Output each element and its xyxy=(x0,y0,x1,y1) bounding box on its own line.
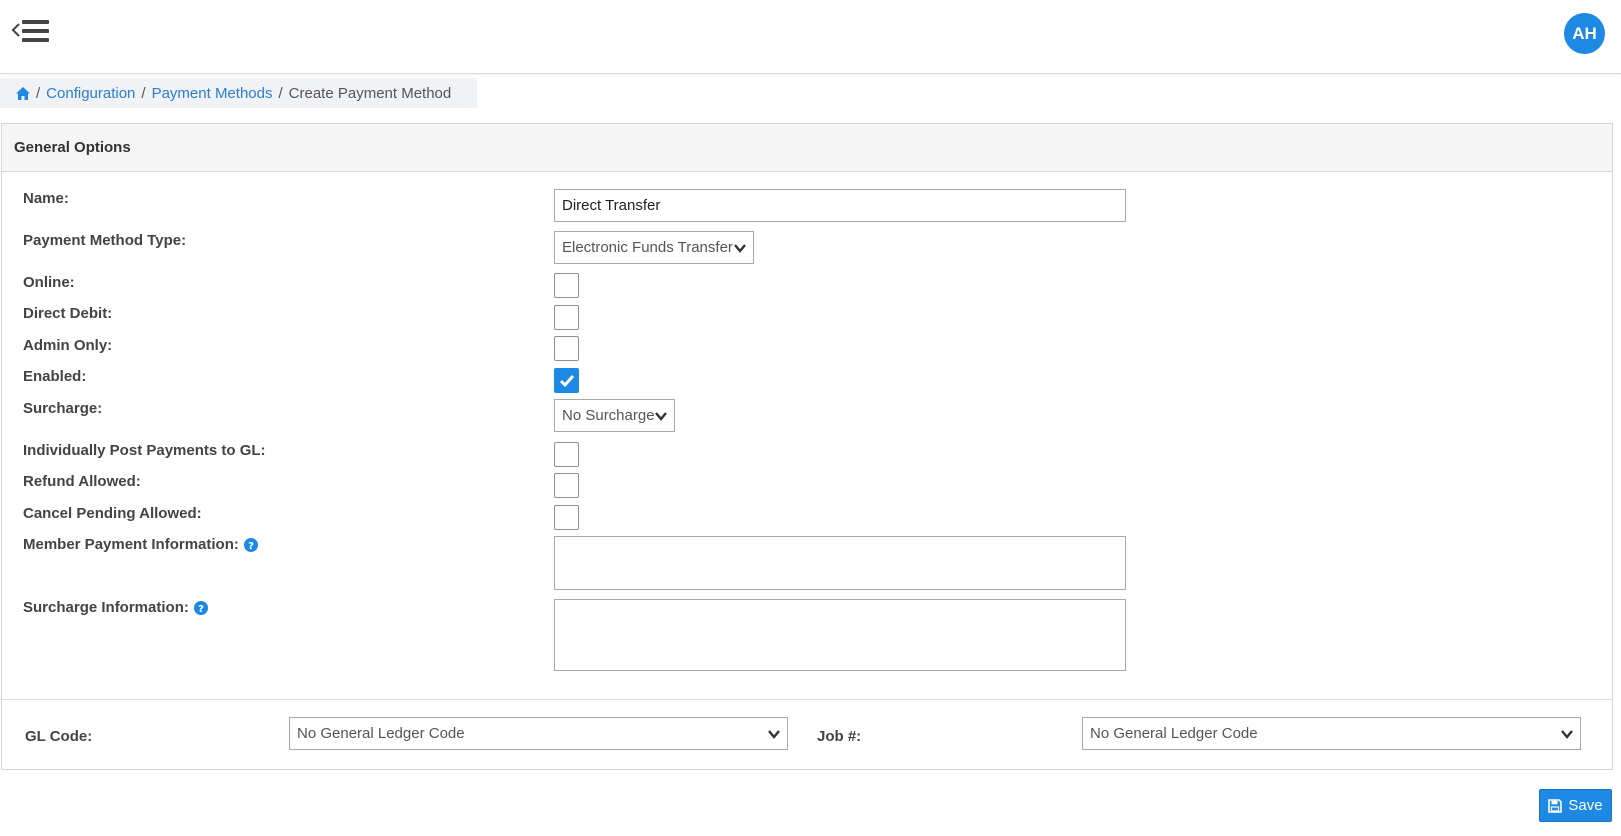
online-label: Online: xyxy=(23,274,75,291)
panel-title: General Options xyxy=(2,124,1612,172)
admin-only-checkbox[interactable] xyxy=(554,336,579,361)
home-icon[interactable] xyxy=(16,86,30,100)
chevron-down-icon xyxy=(1561,730,1573,739)
top-bar: AH xyxy=(0,0,1621,74)
individually-post-label: Individually Post Payments to GL: xyxy=(23,442,266,459)
save-button[interactable]: Save xyxy=(1539,789,1612,822)
svg-text:?: ? xyxy=(198,604,204,615)
online-checkbox[interactable] xyxy=(554,273,579,298)
enabled-checkbox[interactable] xyxy=(554,368,579,393)
name-label: Name: xyxy=(23,190,69,207)
job-number-select[interactable]: No General Ledger Code xyxy=(1082,717,1581,750)
surcharge-info-textarea[interactable] xyxy=(554,599,1126,671)
gl-code-select[interactable]: No General Ledger Code xyxy=(289,717,788,750)
user-initials: AH xyxy=(1572,23,1597,43)
surcharge-value: No Surcharge xyxy=(562,407,655,424)
breadcrumb-separator: / xyxy=(141,84,146,102)
surcharge-select[interactable]: No Surcharge xyxy=(554,399,675,432)
general-options-panel: General Options Name: Direct Transfer Pa… xyxy=(1,123,1613,770)
surcharge-info-label: Surcharge Information: xyxy=(23,599,189,616)
breadcrumb-payment-methods-link[interactable]: Payment Methods xyxy=(152,85,273,102)
breadcrumb: / Configuration / Payment Methods / Crea… xyxy=(0,78,477,108)
checkmark-icon xyxy=(559,375,575,388)
payment-method-type-value: Electronic Funds Transfer xyxy=(562,239,733,256)
floppy-disk-icon xyxy=(1548,798,1563,813)
question-circle-icon[interactable]: ? xyxy=(193,600,208,615)
payment-method-type-select[interactable]: Electronic Funds Transfer xyxy=(554,231,754,264)
payment-method-type-label: Payment Method Type: xyxy=(23,232,187,249)
breadcrumb-separator: / xyxy=(36,84,41,102)
breadcrumb-configuration-link[interactable]: Configuration xyxy=(46,85,135,102)
cancel-pending-label: Cancel Pending Allowed: xyxy=(23,505,202,522)
surcharge-info-label-row: Surcharge Information: ? xyxy=(23,599,208,616)
chevron-down-icon xyxy=(734,244,746,253)
member-payment-info-textarea[interactable] xyxy=(554,536,1126,590)
chevron-down-icon xyxy=(655,412,667,421)
question-circle-icon[interactable]: ? xyxy=(243,537,258,552)
menu-collapse-icon[interactable] xyxy=(10,16,52,46)
individually-post-checkbox[interactable] xyxy=(554,442,579,467)
direct-debit-checkbox[interactable] xyxy=(554,305,579,330)
breadcrumb-current: Create Payment Method xyxy=(288,84,452,102)
breadcrumb-separator: / xyxy=(278,84,283,102)
direct-debit-label: Direct Debit: xyxy=(23,305,113,322)
name-input[interactable]: Direct Transfer xyxy=(554,189,1126,222)
surcharge-label: Surcharge: xyxy=(23,400,103,417)
job-number-value: No General Ledger Code xyxy=(1090,725,1258,742)
job-number-label: Job #: xyxy=(817,728,862,745)
gl-code-value: No General Ledger Code xyxy=(297,725,465,742)
refund-allowed-checkbox[interactable] xyxy=(554,473,579,498)
save-label: Save xyxy=(1568,797,1603,814)
admin-only-label: Admin Only: xyxy=(23,337,113,354)
svg-text:?: ? xyxy=(248,541,254,552)
refund-allowed-label: Refund Allowed: xyxy=(23,473,141,490)
panel-divider xyxy=(2,699,1612,700)
enabled-label: Enabled: xyxy=(23,368,87,385)
member-payment-info-label: Member Payment Information: xyxy=(23,536,239,553)
member-payment-info-label-row: Member Payment Information: ? xyxy=(23,536,258,553)
user-avatar[interactable]: AH xyxy=(1564,13,1605,54)
gl-code-label: GL Code: xyxy=(25,728,93,745)
chevron-down-icon xyxy=(768,730,780,739)
cancel-pending-checkbox[interactable] xyxy=(554,505,579,530)
